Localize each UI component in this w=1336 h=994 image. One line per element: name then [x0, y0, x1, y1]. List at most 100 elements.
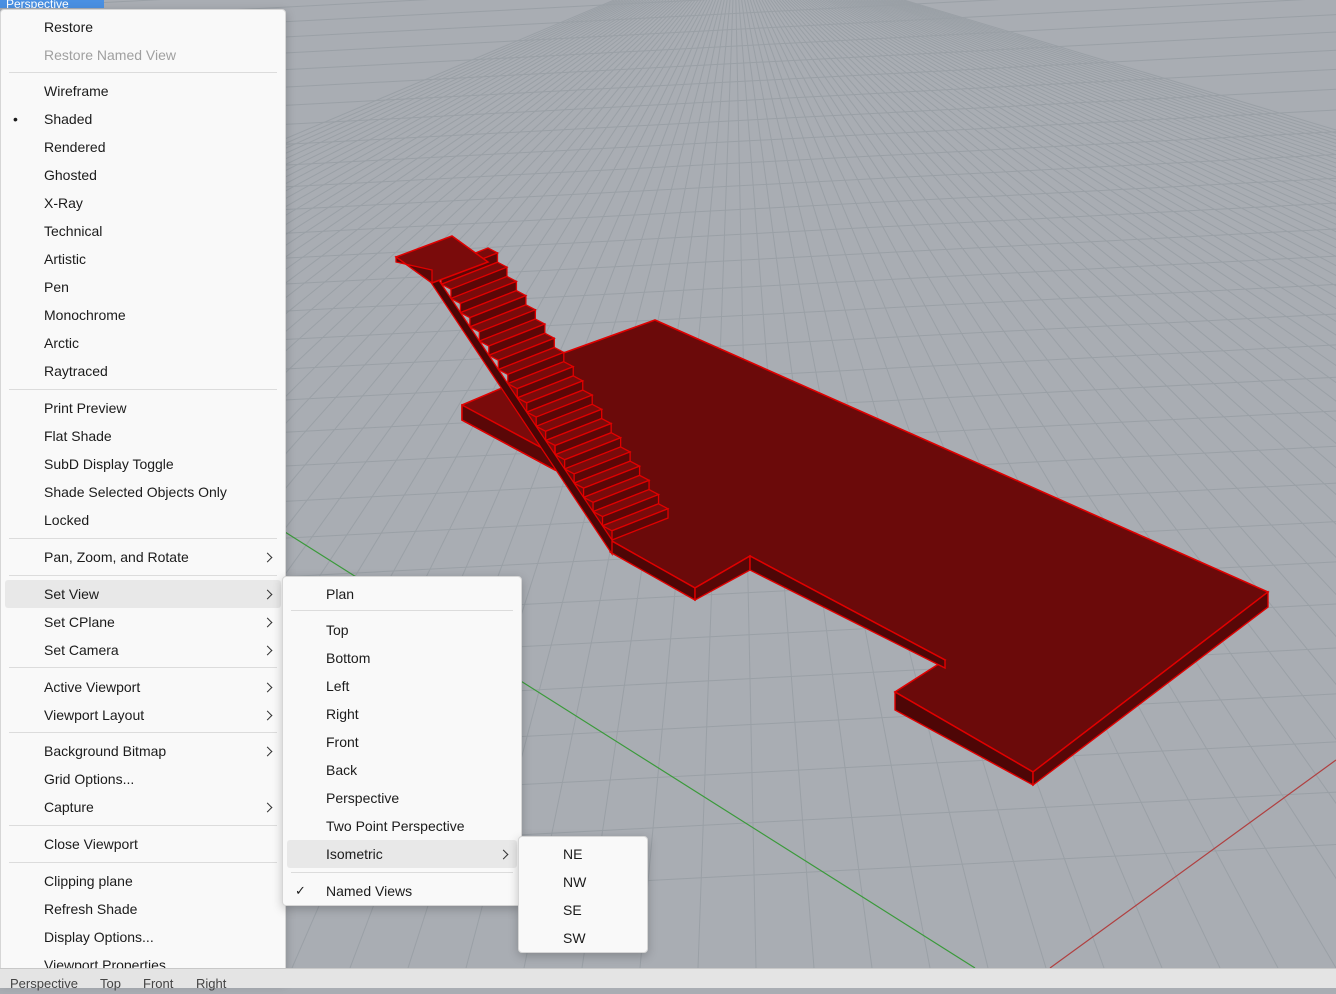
- set-view-item-top[interactable]: Top: [287, 616, 517, 644]
- menu-item-label: Viewport Layout: [44, 707, 145, 723]
- menu-item-label: Back: [326, 762, 358, 778]
- set-view-item-named-views[interactable]: ✓ Named Views: [287, 877, 517, 905]
- menu-item-label: Flat Shade: [44, 428, 112, 444]
- main-menu-item-flat-shade[interactable]: Flat Shade: [5, 422, 281, 450]
- menu-item-label: Set View: [44, 586, 99, 602]
- chevron-right-icon: [262, 617, 273, 628]
- menu-item-label: Two Point Perspective: [326, 818, 465, 834]
- viewport-title-tab[interactable]: Perspective: [0, 0, 104, 8]
- viewport-tab-front[interactable]: Front: [143, 974, 173, 994]
- main-menu-item-shade-selected-objects-only[interactable]: Shade Selected Objects Only: [5, 478, 281, 506]
- main-menu-item-subd-display-toggle[interactable]: SubD Display Toggle: [5, 450, 281, 478]
- main-menu-item-locked[interactable]: Locked: [5, 506, 281, 534]
- set-view-item-right[interactable]: Right: [287, 700, 517, 728]
- set-view-item-plan[interactable]: Plan: [287, 580, 517, 608]
- chevron-right-icon: [262, 682, 273, 693]
- main-menu-item-restore-named-view[interactable]: Restore Named View: [5, 41, 281, 69]
- menu-item-label: Restore: [44, 19, 94, 35]
- set-view-item-two-point-perspective[interactable]: Two Point Perspective: [287, 812, 517, 840]
- main-menu-item-grid-options[interactable]: Grid Options...: [5, 765, 281, 793]
- set-view-item-bottom[interactable]: Bottom: [287, 644, 517, 672]
- menu-item-label: Wireframe: [44, 83, 109, 99]
- set-view-item-isometric[interactable]: Isometric: [287, 840, 517, 868]
- menu-item-label: Right: [326, 706, 359, 722]
- main-menu-item-rendered[interactable]: Rendered: [5, 133, 281, 161]
- main-menu-item-pen[interactable]: Pen: [5, 273, 281, 301]
- isometric-item-ne[interactable]: NE: [523, 840, 643, 868]
- chevron-right-icon: [262, 589, 273, 600]
- menu-item-label: Left: [326, 678, 350, 694]
- main-menu-item-clipping-plane[interactable]: Clipping plane: [5, 867, 281, 895]
- set-view-item-perspective[interactable]: Perspective: [287, 784, 517, 812]
- main-menu-item-technical[interactable]: Technical: [5, 217, 281, 245]
- menu-item-label: Close Viewport: [44, 836, 138, 852]
- menu-separator: [9, 72, 277, 73]
- menu-item-label: Set CPlane: [44, 614, 115, 630]
- menu-item-label: Raytraced: [44, 363, 108, 379]
- menu-item-label: NE: [563, 846, 583, 862]
- chevron-right-icon: [262, 645, 273, 656]
- menu-item-label: Background Bitmap: [44, 743, 167, 759]
- main-menu-item-restore[interactable]: Restore: [5, 13, 281, 41]
- selected-bullet-icon: •: [13, 111, 18, 127]
- isometric-submenu: NE NW SE SW: [518, 836, 648, 953]
- menu-item-label: X-Ray: [44, 195, 83, 211]
- menu-separator: [9, 538, 277, 539]
- menu-item-label: Capture: [44, 799, 94, 815]
- viewport-tabs-bar: Perspective Top Front Right: [0, 968, 1336, 991]
- main-menu-item-set-view[interactable]: Set View: [5, 580, 281, 608]
- isometric-item-se[interactable]: SE: [523, 896, 643, 924]
- main-menu-item-set-camera[interactable]: Set Camera: [5, 636, 281, 664]
- set-view-item-front[interactable]: Front: [287, 728, 517, 756]
- isometric-item-nw[interactable]: NW: [523, 868, 643, 896]
- main-menu-item-close-viewport[interactable]: Close Viewport: [5, 830, 281, 858]
- chevron-right-icon: [262, 710, 273, 721]
- menu-item-label: Active Viewport: [44, 679, 141, 695]
- main-menu-item-refresh-shade[interactable]: Refresh Shade: [5, 895, 281, 923]
- menu-separator: [9, 862, 277, 863]
- main-menu-item-display-options[interactable]: Display Options...: [5, 923, 281, 951]
- main-menu-item-monochrome[interactable]: Monochrome: [5, 301, 281, 329]
- menu-item-label: Technical: [44, 223, 103, 239]
- menu-item-label: Print Preview: [44, 400, 127, 416]
- main-menu-item-raytraced[interactable]: Raytraced: [5, 357, 281, 385]
- menu-item-label: Front: [326, 734, 359, 750]
- main-menu-item-x-ray[interactable]: X-Ray: [5, 189, 281, 217]
- menu-item-label: NW: [563, 874, 587, 890]
- chevron-right-icon: [498, 849, 509, 860]
- menu-separator: [9, 667, 277, 668]
- main-menu-item-viewport-layout[interactable]: Viewport Layout: [5, 701, 281, 729]
- main-menu-item-pan-zoom-and-rotate[interactable]: Pan, Zoom, and Rotate: [5, 543, 281, 571]
- menu-item-label: Pan, Zoom, and Rotate: [44, 549, 189, 565]
- menu-item-label: Top: [326, 622, 349, 638]
- main-menu-item-ghosted[interactable]: Ghosted: [5, 161, 281, 189]
- menu-separator: [9, 825, 277, 826]
- isometric-item-sw[interactable]: SW: [523, 924, 643, 952]
- viewport-tab-perspective[interactable]: Perspective: [10, 974, 78, 994]
- menu-item-label: Refresh Shade: [44, 901, 138, 917]
- menu-separator: [291, 610, 513, 611]
- menu-separator: [9, 575, 277, 576]
- menu-item-label: Monochrome: [44, 307, 126, 323]
- main-menu-item-artistic[interactable]: Artistic: [5, 245, 281, 273]
- menu-item-label: Named Views: [326, 883, 413, 899]
- set-view-item-back[interactable]: Back: [287, 756, 517, 784]
- viewport-tab-right[interactable]: Right: [196, 974, 226, 994]
- main-menu-item-shaded[interactable]: • Shaded: [5, 105, 281, 133]
- menu-item-label: Shaded: [44, 111, 93, 127]
- menu-item-label: Isometric: [326, 846, 383, 862]
- main-menu-item-arctic[interactable]: Arctic: [5, 329, 281, 357]
- main-menu-item-wireframe[interactable]: Wireframe: [5, 77, 281, 105]
- menu-item-label: Ghosted: [44, 167, 97, 183]
- main-menu-item-set-cplane[interactable]: Set CPlane: [5, 608, 281, 636]
- main-menu-item-capture[interactable]: Capture: [5, 793, 281, 821]
- main-menu-item-active-viewport[interactable]: Active Viewport: [5, 673, 281, 701]
- main-menu-item-background-bitmap[interactable]: Background Bitmap: [5, 737, 281, 765]
- menu-item-label: SW: [563, 930, 586, 946]
- checkmark-icon: ✓: [295, 883, 306, 898]
- chevron-right-icon: [262, 802, 273, 813]
- main-menu-item-print-preview[interactable]: Print Preview: [5, 394, 281, 422]
- viewport-tab-top[interactable]: Top: [100, 974, 121, 994]
- set-view-item-left[interactable]: Left: [287, 672, 517, 700]
- viewport-context-menu: Restore Restore Named View Wireframe • Shade…: [0, 9, 286, 981]
